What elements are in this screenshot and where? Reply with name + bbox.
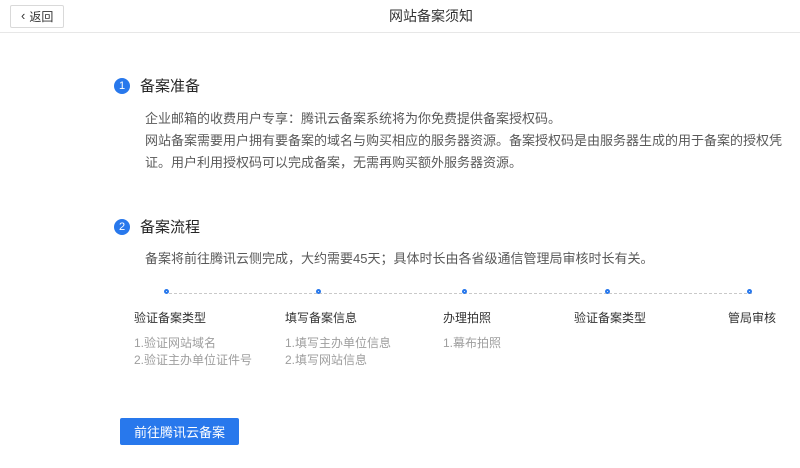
step-number-badge: 1 [114, 78, 130, 94]
back-chevron-icon: ‹ [21, 9, 25, 22]
step-items: 1.幕布拍照 [443, 335, 501, 352]
step-item: 1.幕布拍照 [443, 335, 501, 352]
section-body: 企业邮箱的收费用户专享：腾讯云备案系统将为你免费提供备案授权码。 网站备案需要用… [145, 108, 795, 174]
step-label: 管局审核 [728, 311, 776, 325]
step-item: 2.填写网站信息 [285, 352, 391, 369]
step-items: 1.填写主办单位信息 2.填写网站信息 [285, 335, 391, 369]
go-to-tencent-cloud-filing-button[interactable]: 前往腾讯云备案 [120, 418, 239, 445]
step-label: 填写备案信息 [285, 311, 391, 325]
header: ‹ 返回 网站备案须知 [0, 0, 800, 33]
back-button[interactable]: ‹ 返回 [10, 5, 64, 28]
step-label: 验证备案类型 [134, 311, 252, 325]
step-item: 2.验证主办单位证件号 [134, 352, 252, 369]
step-items: 1.验证网站域名 2.验证主办单位证件号 [134, 335, 252, 369]
step-item: 1.验证网站域名 [134, 335, 252, 352]
page-title: 网站备案须知 [62, 0, 800, 33]
timeline-node-icon [164, 289, 169, 294]
paragraph: 备案将前往腾讯云侧完成，大约需要45天；具体时长由各省级通信管理局审核时长有关。 [145, 248, 795, 270]
timeline-step-authority-review: 管局审核 [728, 311, 776, 325]
section-title: 备案流程 [140, 216, 200, 237]
step-label: 验证备案类型 [574, 311, 646, 325]
timeline-node-icon [747, 289, 752, 294]
process-timeline: 验证备案类型 1.验证网站域名 2.验证主办单位证件号 填写备案信息 1.填写主… [0, 289, 800, 401]
timeline-dashed-connector [169, 293, 752, 294]
step-item: 1.填写主办单位信息 [285, 335, 391, 352]
section-body: 备案将前往腾讯云侧完成，大约需要45天；具体时长由各省级通信管理局审核时长有关。 [145, 248, 795, 270]
section-filing-preparation: 1 备案准备 企业邮箱的收费用户专享：腾讯云备案系统将为你免费提供备案授权码。 … [0, 77, 800, 174]
section-heading: 2 备案流程 [114, 218, 800, 235]
timeline-step-fill-info: 填写备案信息 1.填写主办单位信息 2.填写网站信息 [285, 311, 391, 369]
timeline-node-icon [605, 289, 610, 294]
paragraph: 企业邮箱的收费用户专享：腾讯云备案系统将为你免费提供备案授权码。 [145, 108, 795, 130]
timeline-node-icon [462, 289, 467, 294]
paragraph: 网站备案需要用户拥有要备案的域名与购买相应的服务器资源。备案授权码是由服务器生成… [145, 130, 795, 174]
step-number-badge: 2 [114, 219, 130, 235]
timeline-node-icon [316, 289, 321, 294]
step-label: 办理拍照 [443, 311, 501, 325]
timeline-step-photo: 办理拍照 1.幕布拍照 [443, 311, 501, 352]
section-filing-process: 2 备案流程 备案将前往腾讯云侧完成，大约需要45天；具体时长由各省级通信管理局… [0, 218, 800, 270]
back-button-label: 返回 [29, 8, 53, 25]
section-heading: 1 备案准备 [114, 77, 800, 94]
timeline-step-verify-type: 验证备案类型 1.验证网站域名 2.验证主办单位证件号 [134, 311, 252, 369]
timeline-step-verify-type-2: 验证备案类型 [574, 311, 646, 325]
section-title: 备案准备 [140, 75, 200, 96]
